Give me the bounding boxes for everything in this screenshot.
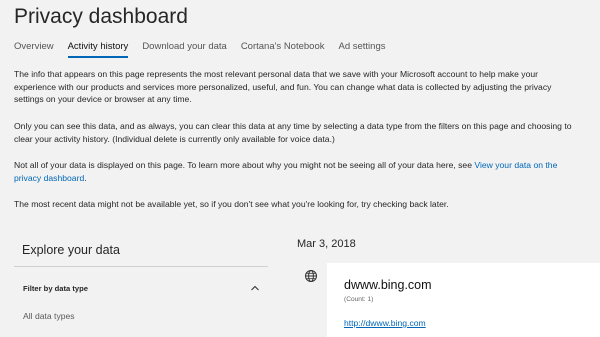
intro-paragraph-3: Not all of your data is displayed on thi… xyxy=(14,159,574,184)
intro-paragraph-3-text: Not all of your data is displayed on thi… xyxy=(14,160,475,170)
activity-item-title[interactable]: dwww.bing.com xyxy=(344,278,432,292)
filter-by-data-type-toggle[interactable]: Filter by data type xyxy=(14,280,268,298)
activity-item-link[interactable]: http://dwww.bing.com xyxy=(344,318,426,328)
tab-cortanas-notebook[interactable]: Cortana's Notebook xyxy=(241,41,325,58)
intro-paragraph-4: The most recent data might not be availa… xyxy=(14,199,449,209)
activity-date-heading: Mar 3, 2018 xyxy=(297,238,356,250)
tab-ad-settings[interactable]: Ad settings xyxy=(338,41,385,58)
tab-activity-history[interactable]: Activity history xyxy=(67,41,129,58)
chevron-up-icon xyxy=(251,285,259,291)
explore-your-data-heading: Explore your data xyxy=(22,243,120,257)
divider xyxy=(14,266,268,267)
intro-paragraph-1: The info that appears on this page repre… xyxy=(14,69,552,105)
tab-overview[interactable]: Overview xyxy=(14,41,54,58)
globe-icon xyxy=(299,264,323,288)
intro-paragraph-3-end: . xyxy=(84,172,87,183)
intro-paragraph-2: Only you can see this data, and as alway… xyxy=(14,121,572,144)
activity-item-count: (Count: 1) xyxy=(344,296,374,303)
tab-bar: Overview Activity history Download your … xyxy=(14,41,399,58)
filter-by-data-type-label: Filter by data type xyxy=(23,284,88,293)
tab-download-your-data[interactable]: Download your data xyxy=(142,41,227,58)
filter-option-all-data-types[interactable]: All data types xyxy=(23,311,75,321)
page-title: Privacy dashboard xyxy=(14,5,188,28)
activity-card: dwww.bing.com (Count: 1) http://dwww.bin… xyxy=(327,263,600,337)
